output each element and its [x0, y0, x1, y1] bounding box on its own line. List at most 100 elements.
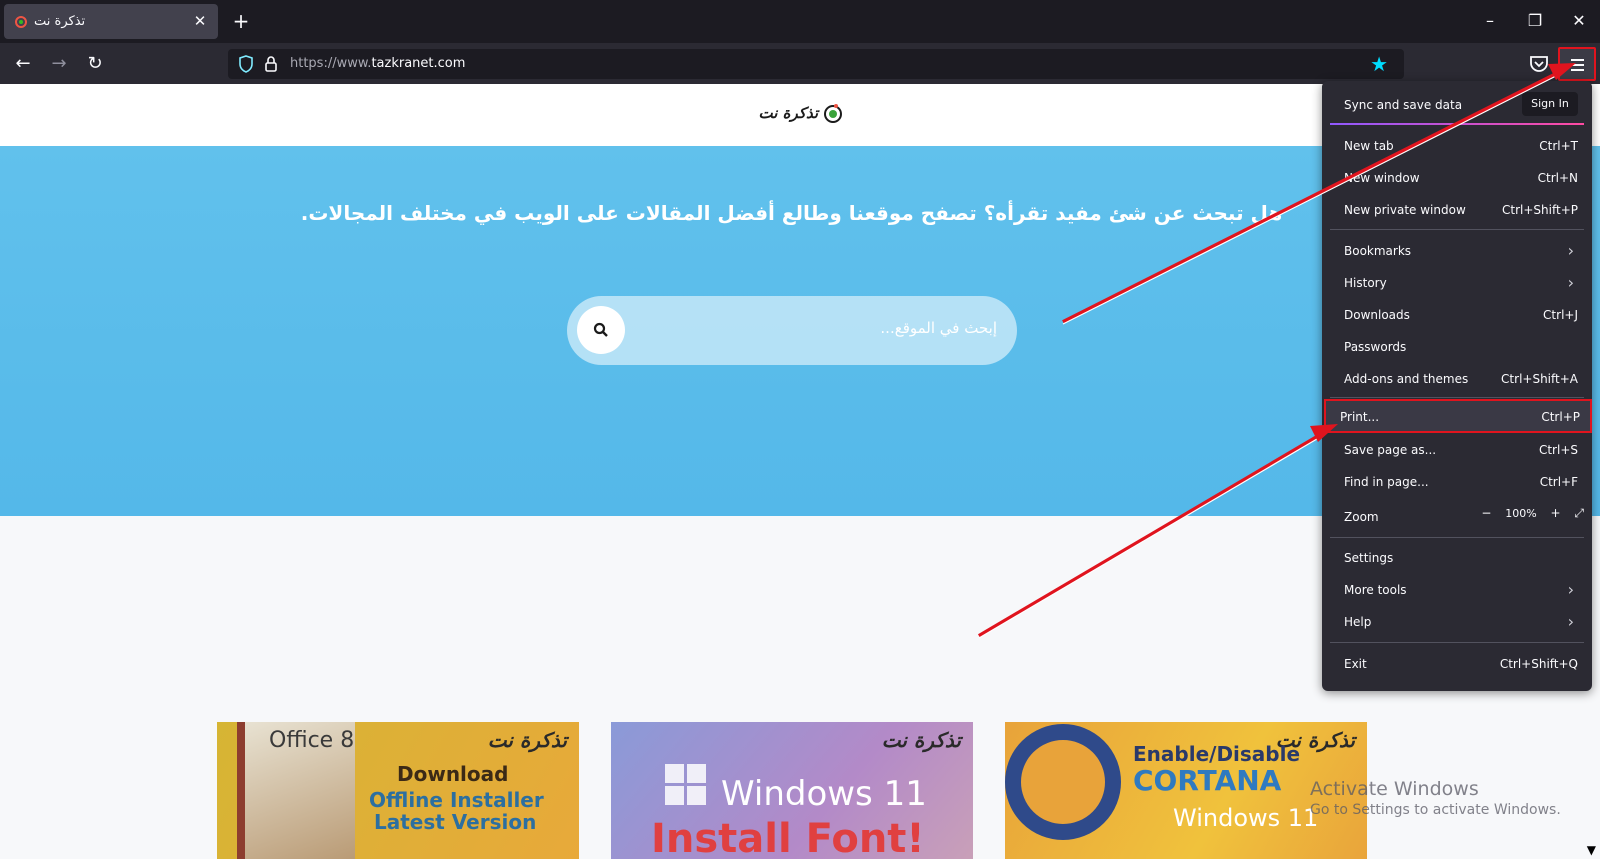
menu-item-zoom: Zoom − 100% + ⤢ — [1330, 502, 1584, 532]
card-line: Enable/Disable — [1133, 742, 1301, 766]
menu-item-help[interactable]: Help › — [1330, 607, 1584, 637]
card-line: Windows 11 — [1173, 804, 1319, 832]
card-line: Office 8 — [269, 728, 355, 753]
menu-separator — [1330, 229, 1584, 230]
sync-accent-line — [1330, 123, 1584, 125]
forward-icon[interactable]: → — [46, 51, 72, 77]
menu-item-label: Exit — [1344, 657, 1367, 671]
menu-item-shortcut: Ctrl+T — [1539, 139, 1578, 153]
close-tab-icon[interactable]: ✕ — [190, 11, 210, 31]
card-line: Download — [397, 762, 509, 786]
tracking-shield-icon[interactable] — [238, 55, 254, 73]
sync-label: Sync and save data — [1344, 98, 1463, 112]
url-prefix: https://www. — [290, 56, 372, 71]
card-line: Offline Installer — [369, 788, 544, 812]
tab-bar: تذكرة نت ✕ + – ❐ ✕ — [0, 0, 1600, 43]
back-icon[interactable]: ← — [10, 51, 36, 77]
menu-item-label: Find in page... — [1344, 475, 1429, 489]
chevron-right-icon: › — [1567, 273, 1574, 292]
menu-item-settings[interactable]: Settings — [1330, 543, 1584, 573]
article-card-office[interactable]: Office 8 تذكرة نت Download Offline Insta… — [217, 722, 579, 859]
menu-item-label: Zoom — [1344, 510, 1379, 524]
search-icon — [593, 322, 608, 337]
card-line: Windows 11 — [721, 774, 927, 814]
menu-item-save-page[interactable]: Save page as... Ctrl+S — [1330, 435, 1584, 465]
menu-item-label: History — [1344, 276, 1387, 290]
menu-item-shortcut: Ctrl+F — [1539, 475, 1578, 489]
zoom-reset-button[interactable]: 100% — [1505, 507, 1536, 520]
fullscreen-icon[interactable]: ⤢ — [1574, 506, 1584, 521]
tab-title: تذكرة نت — [34, 14, 86, 29]
menu-item-shortcut: Ctrl+N — [1537, 171, 1578, 185]
site-logo[interactable]: تذكرة نت — [756, 100, 846, 130]
pocket-icon[interactable] — [1528, 54, 1550, 74]
article-card-windows-font[interactable]: تذكرة نت Windows 11 Install Font! — [611, 722, 973, 859]
chevron-right-icon: › — [1567, 580, 1574, 599]
tab-tazkranet[interactable]: تذكرة نت ✕ — [4, 4, 218, 39]
cortana-ring-icon — [1005, 724, 1121, 840]
menu-item-shortcut: Ctrl+J — [1543, 308, 1578, 322]
menu-item-exit[interactable]: Exit Ctrl+Shift+Q — [1330, 649, 1584, 679]
menu-item-label: Settings — [1344, 551, 1394, 565]
url-bar[interactable]: https://www.tazkranet.com ★ — [228, 49, 1404, 79]
menu-item-shortcut: Ctrl+Shift+A — [1501, 372, 1578, 386]
sync-row[interactable]: Sync and save data Sign In — [1330, 87, 1584, 123]
menu-item-passwords[interactable]: Passwords — [1330, 332, 1584, 362]
logo-emblem-icon — [824, 104, 842, 123]
menu-item-addons[interactable]: Add-ons and themes Ctrl+Shift+A — [1330, 364, 1584, 394]
menu-item-label: New window — [1344, 171, 1420, 185]
windows-logo-icon — [665, 764, 706, 805]
menu-item-label: Add-ons and themes — [1344, 372, 1469, 386]
nav-bar: ← → ↻ https://www.tazkranet.com ★ — [0, 43, 1600, 84]
card-line: Install Font! — [651, 816, 925, 859]
watermark-line2: Go to Settings to activate Windows. — [1310, 802, 1561, 818]
site-search-box[interactable]: إبحث في الموقع... — [567, 296, 1017, 365]
minimize-icon[interactable]: – — [1476, 8, 1504, 34]
menu-item-label: Downloads — [1344, 308, 1410, 322]
restore-icon[interactable]: ❐ — [1521, 8, 1549, 34]
menu-item-label: Save page as... — [1344, 443, 1437, 457]
menu-separator — [1330, 397, 1584, 398]
menu-item-new-private-window[interactable]: New private window Ctrl+Shift+P — [1330, 195, 1584, 225]
menu-item-new-window[interactable]: New window Ctrl+N — [1330, 163, 1584, 193]
menu-item-print[interactable]: Print... Ctrl+P — [1324, 399, 1592, 433]
search-button[interactable] — [577, 306, 625, 354]
card-brand: تذكرة نت — [487, 728, 567, 752]
url-domain: tazkranet.com — [371, 56, 466, 71]
menu-item-bookmarks[interactable]: Bookmarks › — [1330, 236, 1584, 266]
menu-item-downloads[interactable]: Downloads Ctrl+J — [1330, 300, 1584, 330]
site-logo-text: تذكرة نت — [758, 104, 818, 122]
menu-item-label: New tab — [1344, 139, 1394, 153]
menu-item-label: Passwords — [1344, 340, 1407, 354]
card-line: CORTANA — [1133, 764, 1282, 797]
app-menu-panel: Sync and save data Sign In New tab Ctrl+… — [1322, 81, 1592, 691]
close-window-icon[interactable]: ✕ — [1565, 8, 1593, 34]
sign-in-button[interactable]: Sign In — [1522, 92, 1578, 116]
scroll-down-icon[interactable]: ▼ — [1587, 843, 1596, 857]
chevron-right-icon: › — [1567, 241, 1574, 260]
new-tab-icon[interactable]: + — [230, 9, 252, 33]
menu-item-shortcut: Ctrl+Shift+P — [1502, 203, 1578, 217]
menu-item-more-tools[interactable]: More tools › — [1330, 575, 1584, 605]
search-placeholder[interactable]: إبحث في الموقع... — [880, 319, 997, 337]
menu-item-find[interactable]: Find in page... Ctrl+F — [1330, 467, 1584, 497]
chevron-right-icon: › — [1567, 612, 1574, 631]
watermark-line1: Activate Windows — [1310, 778, 1479, 800]
zoom-out-button[interactable]: − — [1481, 506, 1491, 520]
menu-item-shortcut: Ctrl+P — [1541, 410, 1580, 424]
menu-separator — [1330, 537, 1584, 538]
menu-item-history[interactable]: History › — [1330, 268, 1584, 298]
lock-icon[interactable] — [264, 55, 278, 73]
bookmark-star-icon[interactable]: ★ — [1370, 53, 1388, 75]
menu-item-label: More tools — [1344, 583, 1407, 597]
url-text[interactable]: https://www.tazkranet.com — [290, 56, 465, 71]
menu-item-shortcut: Ctrl+Shift+Q — [1499, 657, 1578, 671]
zoom-in-button[interactable]: + — [1551, 506, 1561, 520]
menu-item-label: New private window — [1344, 203, 1466, 217]
menu-item-new-tab[interactable]: New tab Ctrl+T — [1330, 131, 1584, 161]
app-menu-button[interactable] — [1558, 47, 1596, 81]
reload-icon[interactable]: ↻ — [82, 51, 108, 77]
menu-item-label: Help — [1344, 615, 1372, 629]
menu-item-label: Bookmarks — [1344, 244, 1412, 258]
menu-separator — [1330, 642, 1584, 643]
